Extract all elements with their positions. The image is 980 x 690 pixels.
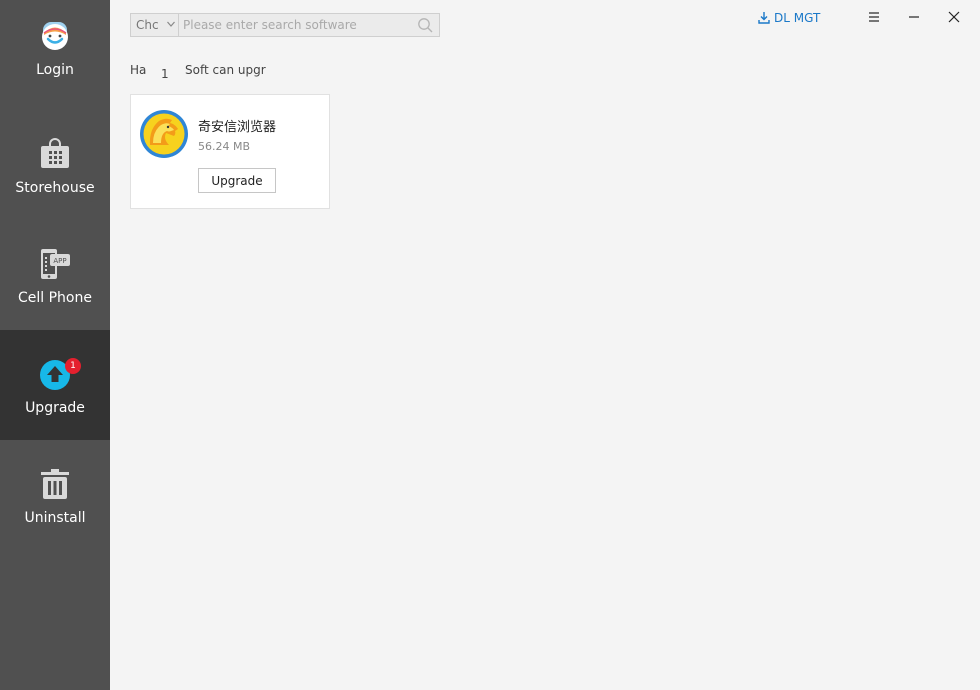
sidebar: Login Storehouse APP Cell Phone 1 Upgrad… [0, 0, 110, 690]
upgrade-count-badge: 1 [65, 358, 81, 374]
phone-app-icon: APP [41, 249, 70, 279]
sidebar-item-label: Login [36, 62, 74, 78]
menu-icon[interactable] [864, 8, 884, 26]
upgrade-button[interactable]: Upgrade [198, 168, 276, 193]
app-name: 奇安信浏览器 [198, 120, 277, 135]
browser-app-icon [140, 110, 188, 158]
sidebar-item-storehouse[interactable]: Storehouse [0, 110, 110, 220]
upgrade-count: 1 [161, 67, 169, 81]
main-panel: Chc DL MGT Ha 1 Soft can upgr [110, 0, 980, 690]
search-icon[interactable] [417, 17, 433, 33]
minimize-icon[interactable] [904, 8, 924, 26]
category-select[interactable]: Chc [131, 14, 179, 36]
sidebar-item-label: Uninstall [24, 510, 86, 526]
sidebar-item-label: Storehouse [15, 180, 95, 196]
trash-icon [41, 469, 69, 499]
app-tag-text: APP [53, 257, 66, 265]
category-select-value: Chc [136, 18, 159, 32]
sidebar-item-login[interactable]: Login [0, 0, 110, 110]
shopping-bag-icon [41, 138, 69, 168]
download-manager-label: DL MGT [774, 11, 821, 25]
avatar-icon [42, 22, 68, 50]
sidebar-item-label: Cell Phone [18, 290, 92, 306]
summary-suffix: Soft can upgr [185, 63, 266, 77]
sidebar-item-uninstall[interactable]: Uninstall [0, 440, 110, 550]
app-card: 奇安信浏览器 56.24 MB Upgrade [130, 94, 330, 209]
search-input[interactable] [181, 14, 413, 36]
chevron-down-icon [167, 21, 175, 27]
sidebar-item-cell-phone[interactable]: APP Cell Phone [0, 220, 110, 330]
app-size: 56.24 MB [198, 140, 251, 153]
summary-prefix: Ha [130, 63, 147, 77]
search-bar: Chc [130, 13, 440, 37]
close-icon[interactable] [944, 8, 964, 26]
sidebar-item-upgrade[interactable]: 1 Upgrade [0, 330, 110, 440]
sidebar-item-label: Upgrade [25, 400, 85, 416]
download-icon [758, 12, 770, 24]
